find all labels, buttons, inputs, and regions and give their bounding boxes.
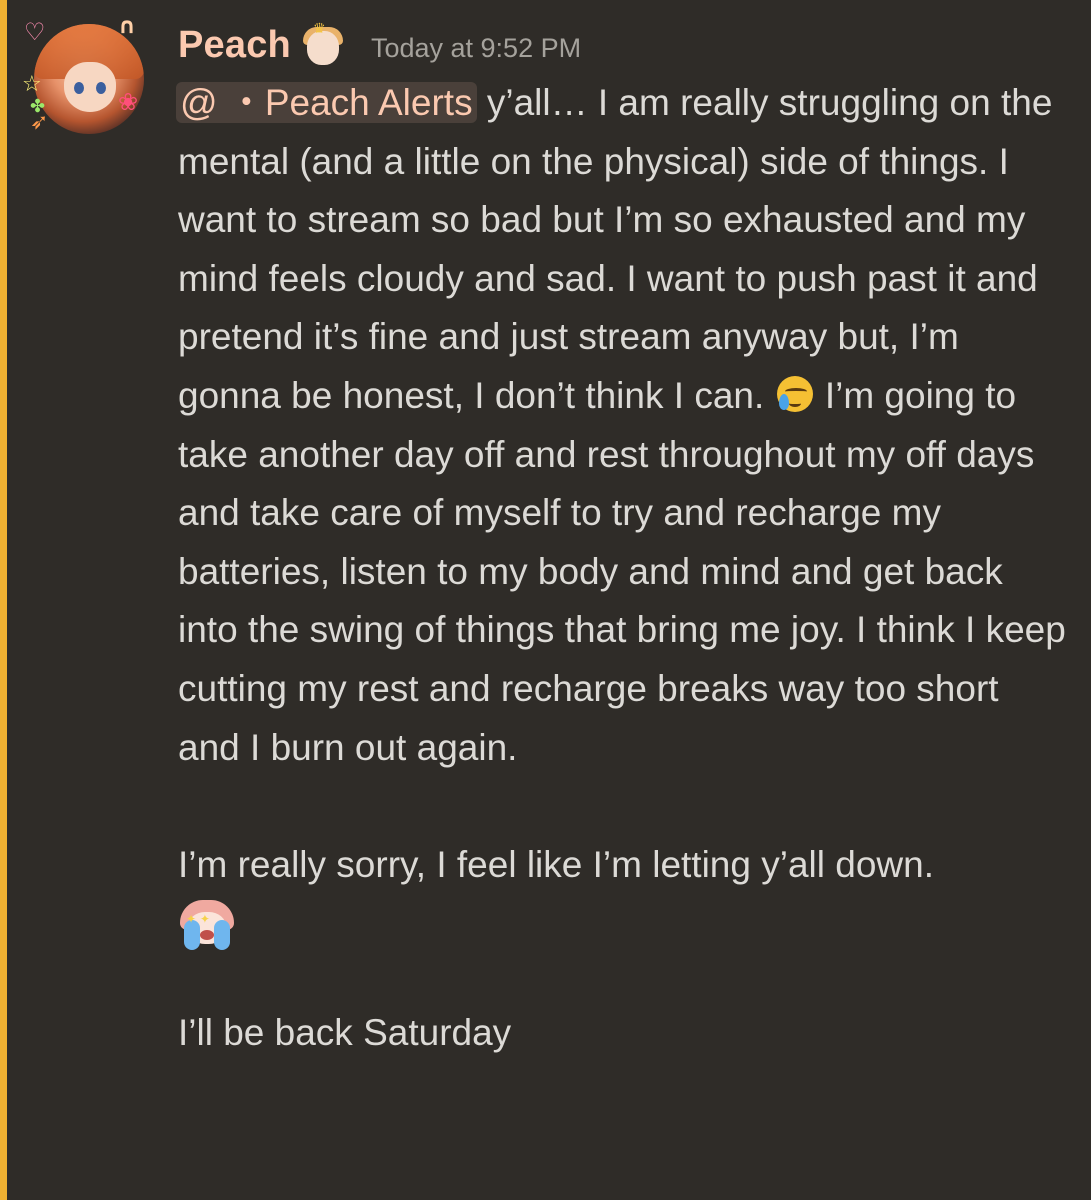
crowned-avatar-role-icon[interactable]: ♛ (301, 21, 345, 67)
face-holding-back-tears-emoji[interactable] (775, 374, 815, 414)
anime-avatar-icon[interactable] (34, 24, 144, 134)
message-timestamp[interactable]: Today at 9:52 PM (371, 33, 581, 64)
avatar-decoration[interactable]: ♡ ❀ ☆ ∩ ➶ ✤ (22, 14, 154, 144)
username[interactable]: Peach (178, 24, 291, 67)
paragraph-1: @ ・Peach Alerts y’all… I am really strug… (176, 74, 1068, 777)
paragraph-3: I’ll be back Saturday (178, 1012, 512, 1054)
star-deco-icon: ☆ (22, 72, 42, 97)
message-header: Peach ♛ Today at 9:52 PM (178, 18, 581, 72)
bunny-deco-icon: ∩ (118, 14, 136, 39)
chat-message: ♡ ❀ ☆ ∩ ➶ ✤ Peach ♛ Today at 9:52 PM @ ・… (0, 0, 1091, 1200)
paragraph-1-text: y’all… I am really struggling on the men… (178, 82, 1053, 416)
paragraph-1-text-after: I’m going to take another day off and re… (178, 374, 1066, 768)
heart-deco-icon: ♡ (24, 18, 46, 46)
cherry-deco-icon: ❀ (118, 88, 139, 116)
message-content: @ ・Peach Alerts y’all… I am really strug… (176, 74, 1068, 1063)
clover-deco-icon: ✤ (30, 96, 46, 117)
paragraph-2: I’m really sorry, I feel like I’m lettin… (178, 843, 934, 885)
mention-highlight-bar (0, 0, 7, 1200)
role-mention[interactable]: @ ・Peach Alerts (176, 82, 477, 123)
crying-anime-emote[interactable]: ✦ ✦ (178, 896, 236, 952)
